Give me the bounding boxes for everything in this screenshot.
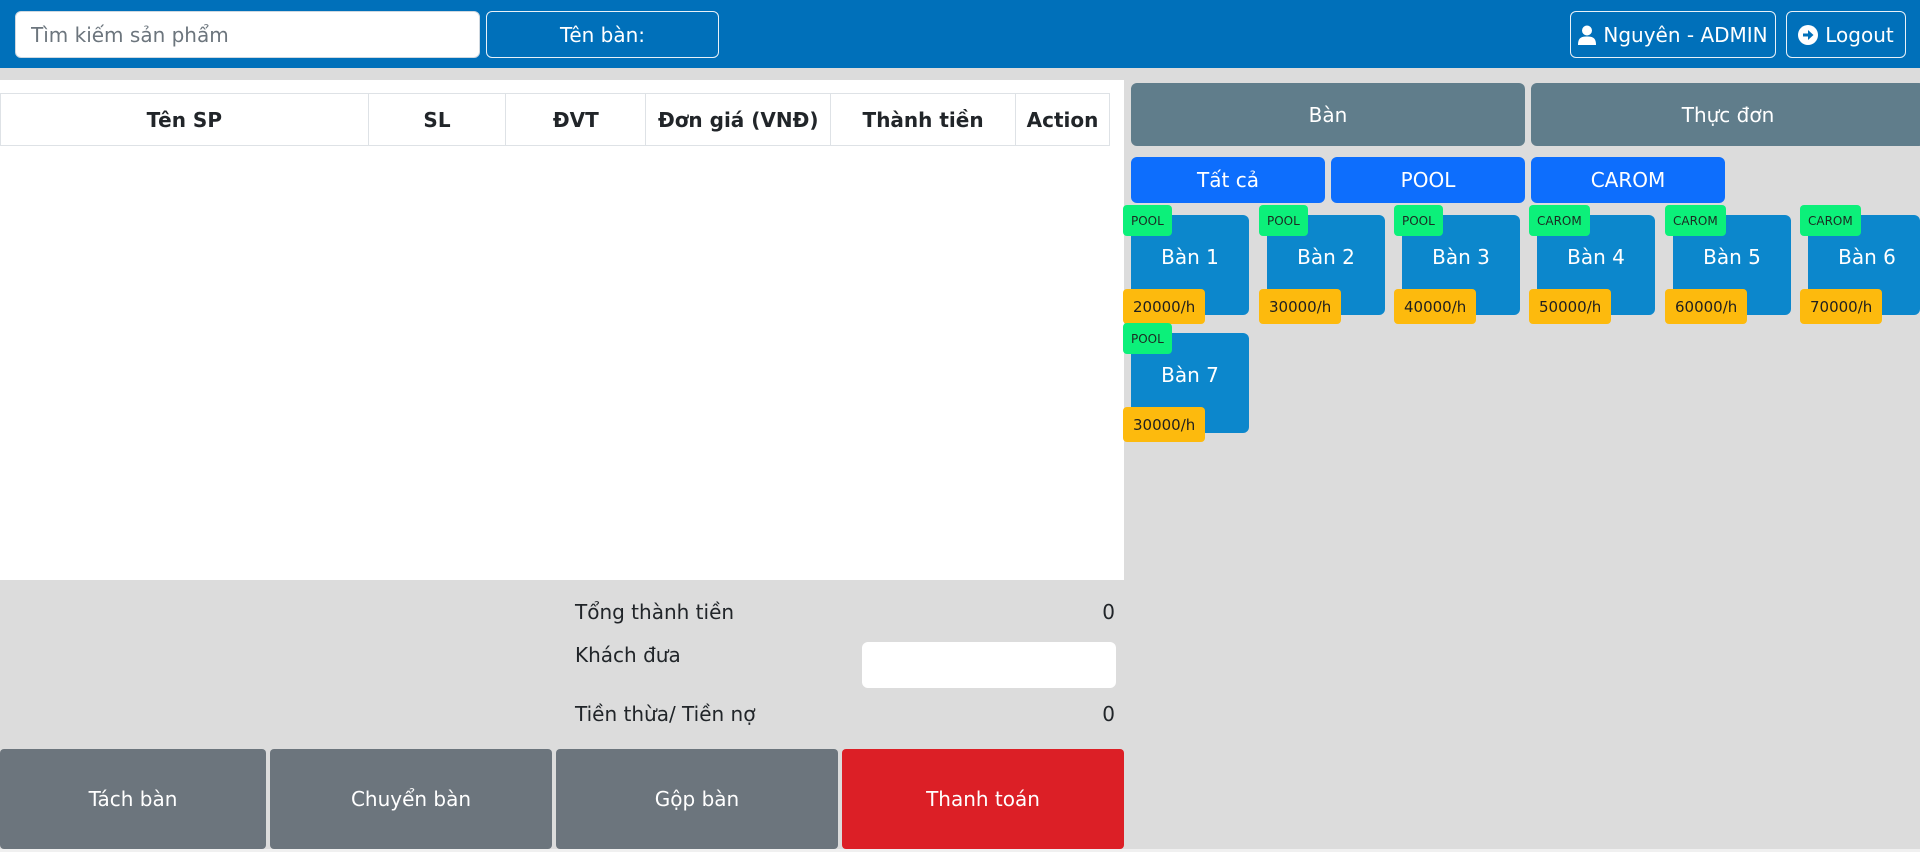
table-price-badge: 50000/h [1529, 289, 1612, 324]
order-panel: Tên SP SL ĐVT Đơn giá (VNĐ) Thành tiền A… [0, 80, 1124, 580]
user-icon [1578, 25, 1597, 45]
table-type-badge: POOL [1259, 205, 1308, 236]
tab-tables[interactable]: Bàn [1131, 83, 1525, 146]
total-amount-label: Tổng thành tiền [575, 600, 735, 624]
table-type-badge: CAROM [1800, 205, 1861, 236]
pool-table-card[interactable]: CAROM Bàn 6 70000/h [1800, 205, 1920, 324]
table-price-badge: 30000/h [1259, 289, 1342, 324]
table-price-badge: 60000/h [1665, 289, 1748, 324]
table-price-badge: 20000/h [1123, 289, 1206, 324]
customer-paid-input[interactable] [862, 642, 1116, 688]
table-price-badge: 30000/h [1123, 407, 1206, 442]
pool-table-name: Bàn 2 [1297, 245, 1355, 269]
split-table-label: Tách bàn [88, 787, 178, 811]
pool-table-card[interactable]: POOL Bàn 2 30000/h [1259, 205, 1385, 324]
checkout-button[interactable]: Thanh toán [842, 749, 1124, 849]
table-price-badge: 70000/h [1800, 289, 1883, 324]
filter-pool-button[interactable]: POOL [1331, 157, 1525, 203]
pool-table-card[interactable]: POOL Bàn 1 20000/h [1123, 205, 1249, 324]
table-type-badge: POOL [1123, 323, 1172, 354]
change-debt-label: Tiền thừa/ Tiền nợ [575, 702, 756, 726]
pool-table-card[interactable]: CAROM Bàn 5 60000/h [1665, 205, 1791, 324]
table-price-badge: 40000/h [1394, 289, 1477, 324]
filter-all-button[interactable]: Tất cả [1131, 157, 1325, 203]
logout-button[interactable]: Logout [1786, 11, 1906, 58]
total-amount-value: 0 [1102, 600, 1115, 624]
logout-label: Logout [1825, 22, 1894, 47]
column-header-action: Action [1015, 93, 1110, 146]
top-navbar: Tên bàn: Nguyên - ADMIN Logout [0, 0, 1920, 68]
column-header-line-total: Thành tiền [830, 93, 1016, 146]
pool-table-name: Bàn 3 [1432, 245, 1490, 269]
pool-table-name: Bàn 6 [1838, 245, 1896, 269]
table-type-badge: CAROM [1529, 205, 1590, 236]
column-header-unit: ĐVT [505, 93, 647, 146]
pool-table-card[interactable]: POOL Bàn 7 30000/h [1123, 323, 1249, 442]
change-debt-value: 0 [1102, 702, 1115, 726]
pool-table-card[interactable]: CAROM Bàn 4 50000/h [1529, 205, 1655, 324]
table-type-badge: CAROM [1665, 205, 1726, 236]
order-table: Tên SP SL ĐVT Đơn giá (VNĐ) Thành tiền A… [0, 93, 1110, 146]
merge-table-label: Gộp bàn [654, 787, 740, 811]
table-name-label: Tên bàn: [559, 22, 646, 47]
table-type-badge: POOL [1123, 205, 1172, 236]
arrow-circle-right-icon [1798, 24, 1819, 45]
table-type-badge: POOL [1394, 205, 1443, 236]
merge-table-button[interactable]: Gộp bàn [556, 749, 838, 849]
split-table-button[interactable]: Tách bàn [0, 749, 266, 849]
move-table-button[interactable]: Chuyển bàn [270, 749, 552, 849]
filter-all-label: Tất cả [1197, 168, 1259, 192]
tab-menu-label: Thực đơn [1681, 102, 1775, 127]
product-search-input[interactable] [15, 11, 480, 58]
table-name-button[interactable]: Tên bàn: [486, 11, 719, 58]
filter-carom-button[interactable]: CAROM [1531, 157, 1725, 203]
column-header-quantity: SL [367, 93, 507, 146]
checkout-label: Thanh toán [926, 787, 1040, 811]
move-table-label: Chuyển bàn [350, 787, 472, 811]
tab-menu[interactable]: Thực đơn [1531, 83, 1920, 146]
customer-paid-label: Khách đưa [575, 643, 681, 667]
filter-carom-label: CAROM [1590, 168, 1666, 192]
column-header-product-name: Tên SP [0, 93, 369, 146]
pool-table-name: Bàn 4 [1567, 245, 1625, 269]
user-account-button[interactable]: Nguyên - ADMIN [1570, 11, 1776, 58]
filter-pool-label: POOL [1400, 168, 1456, 192]
pool-table-name: Bàn 7 [1161, 363, 1219, 387]
pool-table-name: Bàn 5 [1703, 245, 1761, 269]
pool-table-card[interactable]: POOL Bàn 3 40000/h [1394, 205, 1520, 324]
tab-tables-label: Bàn [1308, 102, 1348, 127]
pool-table-name: Bàn 1 [1161, 245, 1219, 269]
user-name-label: Nguyên - ADMIN [1603, 22, 1768, 47]
order-table-header-row: Tên SP SL ĐVT Đơn giá (VNĐ) Thành tiền A… [0, 93, 1110, 146]
column-header-unit-price: Đơn giá (VNĐ) [645, 93, 832, 146]
